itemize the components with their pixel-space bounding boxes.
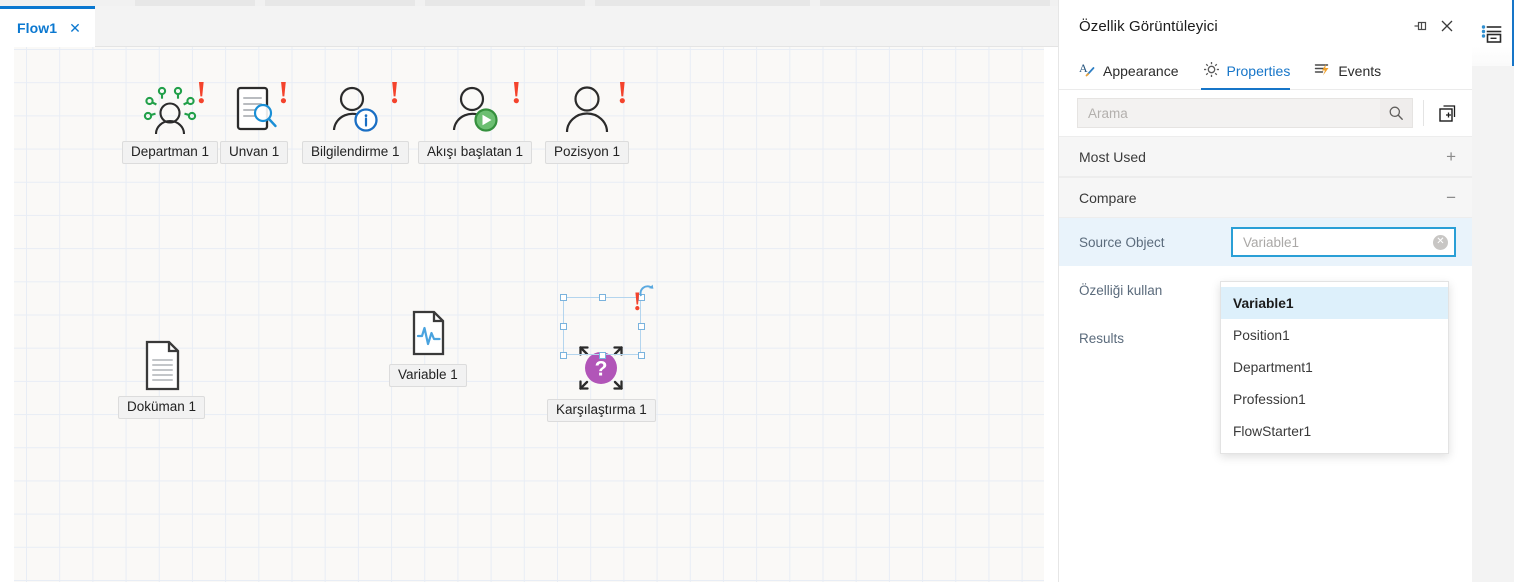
collapse-icon[interactable]: −: [1446, 189, 1456, 206]
node-label: Variable 1: [389, 364, 467, 387]
tab-flow1-label: Flow1: [17, 20, 58, 36]
tab-events-label: Events: [1338, 62, 1382, 79]
resize-handle-se[interactable]: [638, 352, 645, 359]
search-row: [1059, 90, 1472, 136]
person-info-icon: !: [327, 76, 400, 138]
panel-title: Özellik Görüntüleyici: [1079, 17, 1218, 35]
dropdown-option-department1[interactable]: Department1: [1221, 351, 1448, 383]
node-akisi-baslatan-1[interactable]: ! Akışı başlatan 1: [418, 76, 533, 164]
gear-icon: [1203, 61, 1220, 81]
property-row-source-object: Source Object ✕: [1059, 218, 1472, 266]
rotate-handle-icon[interactable]: [638, 284, 656, 302]
node-label: Unvan 1: [220, 141, 289, 164]
property-label: Özelliği kullan: [1079, 282, 1163, 298]
dropdown-option-position1[interactable]: Position1: [1221, 319, 1448, 351]
panel-header: Özellik Görüntüleyici: [1059, 0, 1472, 52]
dropdown-option-label: Department1: [1233, 359, 1313, 375]
section-most-used-label: Most Used: [1079, 148, 1146, 165]
font-edit-icon: A: [1079, 61, 1096, 81]
search-input[interactable]: [1078, 99, 1380, 127]
resize-handle-sw[interactable]: [560, 352, 567, 359]
expand-icon[interactable]: +: [1446, 148, 1456, 165]
department-network-icon: !: [142, 76, 207, 138]
tab-flow1[interactable]: Flow1 ✕: [0, 6, 95, 47]
property-field: ✕: [1231, 227, 1456, 257]
section-compare[interactable]: Compare −: [1059, 177, 1472, 218]
source-object-combobox[interactable]: ✕: [1231, 227, 1456, 257]
dropdown-option-variable1[interactable]: Variable1: [1221, 287, 1448, 319]
person-play-icon: !: [447, 76, 522, 138]
node-label: Akışı başlatan 1: [418, 141, 533, 164]
form-list-icon[interactable]: [1472, 0, 1514, 66]
tab-properties-label: Properties: [1226, 62, 1291, 79]
tab-properties[interactable]: Properties: [1200, 52, 1301, 90]
right-rail: [1472, 0, 1514, 582]
node-label: Doküman 1: [118, 396, 206, 419]
node-bilgilendirme-1[interactable]: ! Bilgilendirme 1: [302, 76, 409, 164]
document-pulse-icon: [400, 305, 456, 361]
resize-handle-n[interactable]: [599, 294, 606, 301]
dropdown-option-label: FlowStarter1: [1233, 423, 1312, 439]
node-pozisyon-1[interactable]: ! Pozisyon 1: [545, 76, 630, 164]
close-icon[interactable]: ✕: [69, 21, 81, 35]
document-search-icon: !: [226, 76, 289, 138]
node-departman-1[interactable]: ! Departman 1: [122, 76, 219, 164]
node-variable-1[interactable]: Variable 1: [389, 305, 467, 387]
tab-appearance[interactable]: A Appearance: [1077, 52, 1189, 89]
warning-icon: !: [511, 74, 522, 110]
dropdown-option-profession1[interactable]: Profession1: [1221, 383, 1448, 415]
search-box[interactable]: [1077, 98, 1413, 128]
source-object-input[interactable]: [1241, 233, 1433, 251]
document-lines-icon: [134, 337, 190, 393]
node-label: Bilgilendirme 1: [302, 141, 409, 164]
dropdown-option-label: Profession1: [1233, 391, 1306, 407]
clear-circle-icon[interactable]: ✕: [1433, 234, 1448, 250]
dropdown-option-label: Position1: [1233, 327, 1290, 343]
resize-handle-nw[interactable]: [560, 294, 567, 301]
resize-handle-e[interactable]: [638, 323, 645, 330]
panel-tabs: A Appearance Properties Events: [1059, 52, 1472, 90]
person-icon: !: [559, 76, 628, 138]
source-object-dropdown[interactable]: Variable1 Position1 Department1 Professi…: [1220, 281, 1449, 454]
section-compare-label: Compare: [1079, 189, 1137, 206]
events-lightning-icon: [1314, 61, 1331, 81]
node-label: Departman 1: [122, 141, 219, 164]
canvas-content: ! Departman 1 ! Unvan 1 ! Bilgilendirme …: [14, 47, 1044, 582]
tab-events[interactable]: Events: [1312, 52, 1391, 89]
pin-icon[interactable]: [1408, 13, 1434, 39]
resize-handle-s[interactable]: [599, 352, 606, 359]
node-dokuman-1[interactable]: Doküman 1: [118, 337, 206, 419]
warning-icon: !: [389, 74, 400, 110]
section-most-used[interactable]: Most Used +: [1059, 136, 1472, 177]
dropdown-option-flowstarter1[interactable]: FlowStarter1: [1221, 415, 1448, 447]
flow-canvas[interactable]: ! Departman 1 ! Unvan 1 ! Bilgilendirme …: [0, 47, 1058, 582]
warning-icon: !: [617, 74, 628, 110]
node-unvan-1[interactable]: ! Unvan 1: [220, 76, 289, 164]
divider: [1423, 100, 1424, 126]
selection-bounding-box: [560, 294, 645, 359]
editor-area: Flow1 ✕ ! Departman 1 ! Unvan 1 ! Bilgil…: [0, 0, 1058, 582]
property-label: Source Object: [1079, 234, 1165, 250]
resize-handle-w[interactable]: [560, 323, 567, 330]
dropdown-option-label: Variable1: [1233, 295, 1294, 311]
tab-appearance-label: Appearance: [1103, 62, 1179, 79]
close-icon[interactable]: [1434, 13, 1460, 39]
svg-text:?: ?: [595, 358, 608, 381]
search-icon[interactable]: [1380, 99, 1412, 127]
node-label: Pozisyon 1: [545, 141, 630, 164]
property-label: Results: [1079, 330, 1125, 346]
tabstrip: Flow1 ✕: [0, 6, 1058, 47]
svg-text:A: A: [1079, 61, 1088, 75]
add-box-icon[interactable]: [1434, 100, 1460, 126]
